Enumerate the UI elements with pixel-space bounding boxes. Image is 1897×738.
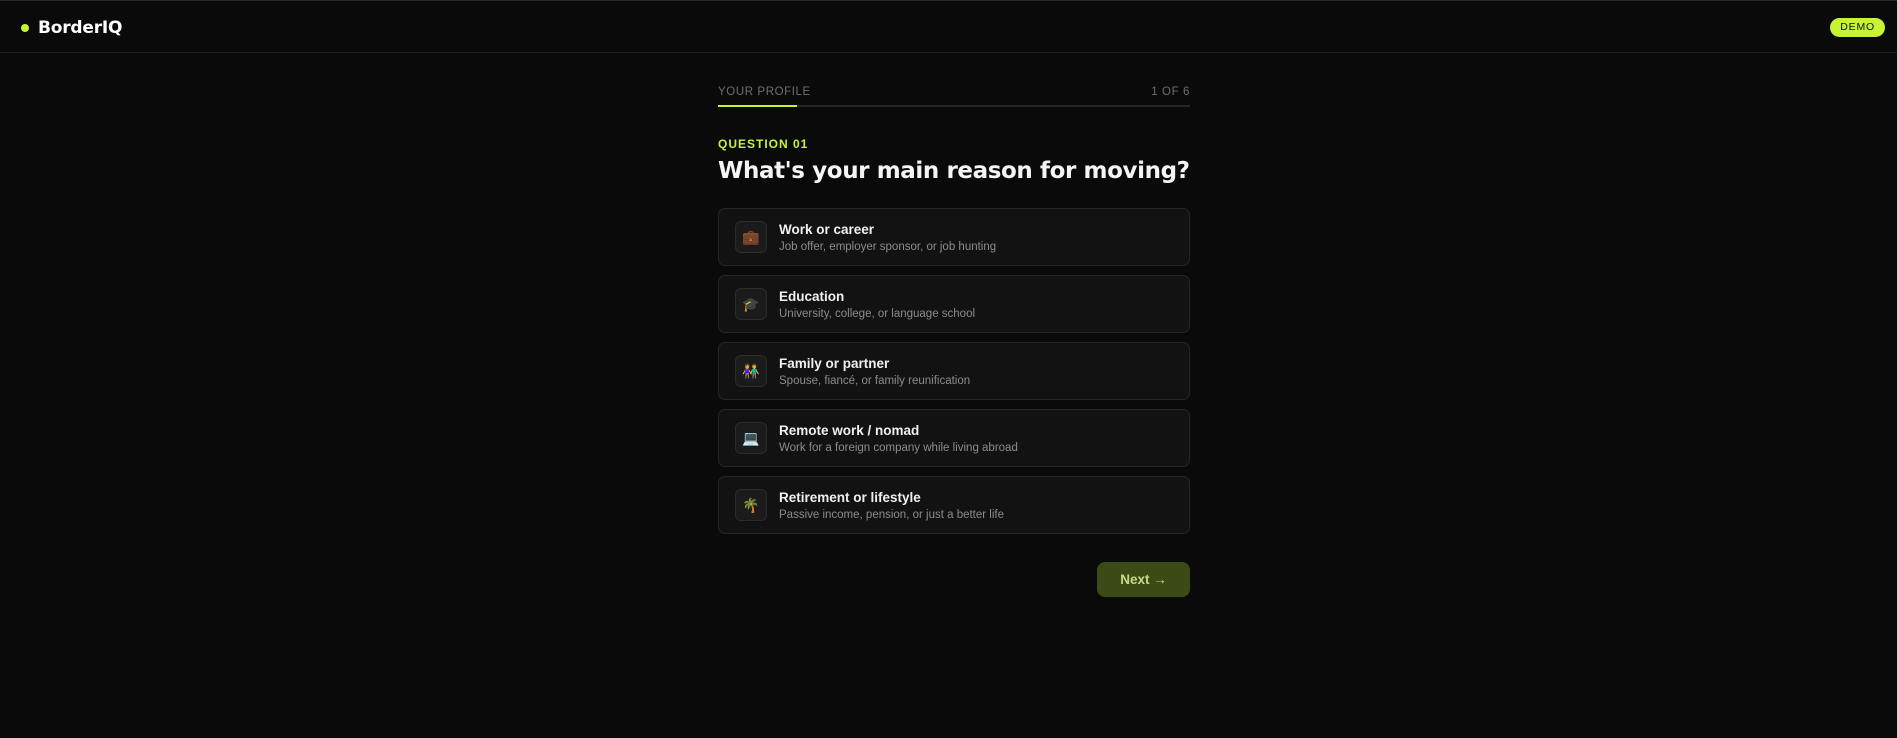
question-number: QUESTION 01: [718, 137, 809, 151]
graduation-cap-icon: 🎓: [735, 288, 767, 320]
progress-count: 1 OF 6: [1151, 86, 1190, 98]
palm-tree-icon: 🌴: [735, 489, 767, 521]
option-family-or-partner[interactable]: 👫 Family or partner Spouse, fiancé, or f…: [718, 342, 1190, 400]
progress-bar-fill: [718, 105, 797, 107]
family-icon: 👫: [735, 355, 767, 387]
brand-dot-icon: [21, 24, 29, 32]
option-description: Work for a foreign company while living …: [779, 441, 1018, 454]
option-retirement-or-lifestyle[interactable]: 🌴 Retirement or lifestyle Passive income…: [718, 476, 1190, 534]
progress-bar: [718, 105, 1190, 107]
question-panel: YOUR PROFILE 1 OF 6 QUESTION 01 What's y…: [718, 84, 1190, 597]
option-title: Education: [779, 288, 845, 304]
option-title: Work or career: [779, 221, 875, 237]
option-description: Passive income, pension, or just a bette…: [779, 508, 1005, 521]
option-description: Spouse, fiancé, or family reunification: [779, 374, 971, 387]
actions-row: Next →: [718, 562, 1190, 597]
option-title: Retirement or lifestyle: [779, 489, 921, 505]
brand-logo[interactable]: BorderIQ: [21, 17, 122, 39]
option-description: University, college, or language school: [779, 307, 976, 320]
top-bar: BorderIQ DEMO: [0, 0, 1897, 53]
question-title: What's your main reason for moving?: [718, 158, 1190, 184]
next-button[interactable]: Next →: [1097, 562, 1190, 597]
option-description: Job offer, employer sponsor, or job hunt…: [779, 240, 997, 253]
option-title: Remote work / nomad: [779, 422, 920, 438]
option-title: Family or partner: [779, 355, 890, 371]
briefcase-icon: 💼: [735, 221, 767, 253]
laptop-icon: 💻: [735, 422, 767, 454]
brand-name: BorderIQ: [38, 18, 123, 38]
demo-badge: DEMO: [1830, 18, 1885, 37]
option-education[interactable]: 🎓 Education University, college, or lang…: [718, 275, 1190, 333]
option-remote-work[interactable]: 💻 Remote work / nomad Work for a foreign…: [718, 409, 1190, 467]
option-work-or-career[interactable]: 💼 Work or career Job offer, employer spo…: [718, 208, 1190, 266]
progress-header: YOUR PROFILE 1 OF 6: [718, 84, 1190, 100]
option-list: 💼 Work or career Job offer, employer spo…: [718, 208, 1190, 534]
progress-label: YOUR PROFILE: [718, 86, 811, 98]
